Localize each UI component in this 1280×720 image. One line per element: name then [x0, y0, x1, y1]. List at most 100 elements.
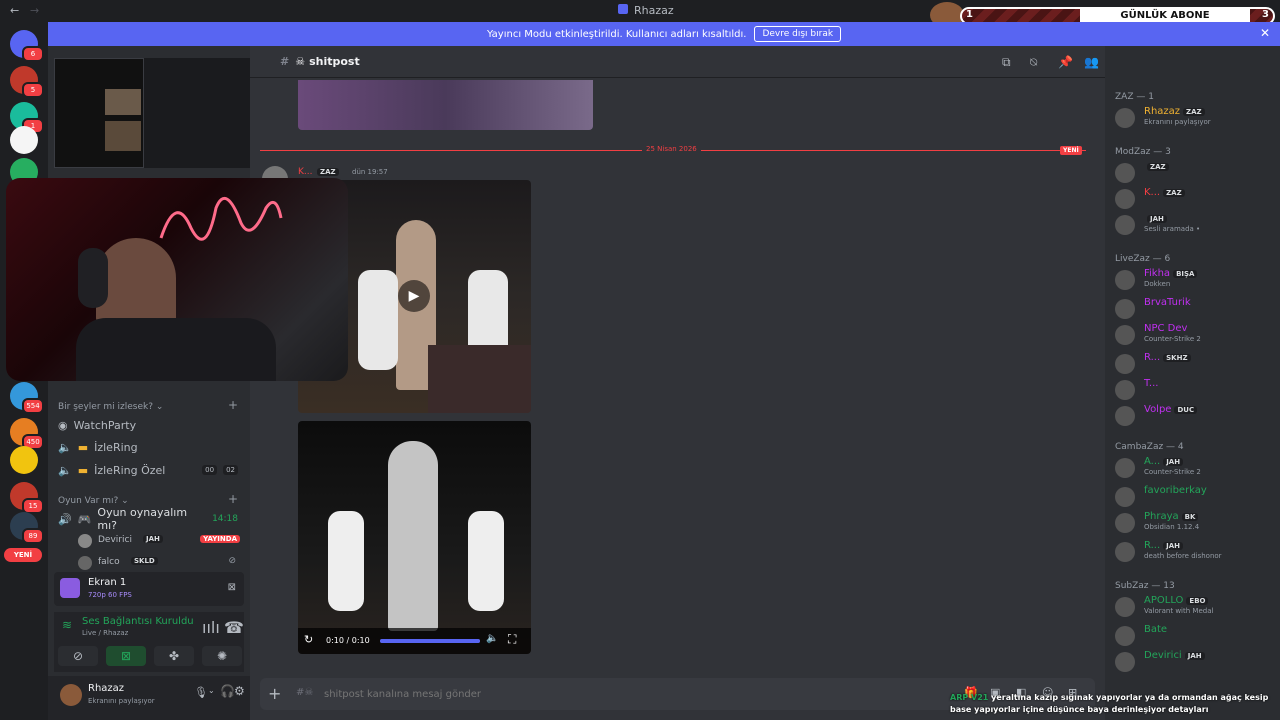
headphones-icon[interactable]: 🎧: [220, 684, 235, 698]
member-tag: BIŞA: [1173, 270, 1198, 278]
signal-icon: ≋: [62, 618, 73, 632]
channel-izlering[interactable]: 🔈 ▬ İzleRing: [58, 437, 238, 457]
member-tag: ZAZ: [1183, 108, 1205, 116]
member-item[interactable]: Bate: [1115, 624, 1275, 648]
server-icon[interactable]: 5: [10, 66, 44, 98]
member-name: Rhazaz ZAZ: [1144, 106, 1205, 117]
member-item[interactable]: Fikha BIŞA Dokken: [1115, 268, 1275, 292]
member-item[interactable]: R... SKHZ: [1115, 352, 1275, 376]
subs-count-right: 3: [1262, 9, 1269, 20]
gear-icon[interactable]: ⚙: [234, 684, 245, 698]
channel-sidebar: Bir şeyler mi izlesek? ⌄ + ◉ WatchParty …: [48, 46, 250, 720]
subs-label: GÜNLÜK ABONE: [1120, 10, 1210, 21]
back-arrow-icon[interactable]: ←: [10, 4, 19, 17]
member-name: Bate: [1144, 624, 1168, 635]
video-time: 0:10 / 0:10: [326, 636, 370, 645]
member-name: Fikha BIŞA: [1144, 268, 1198, 279]
volume-icon[interactable]: 🔈: [486, 633, 498, 644]
play-icon[interactable]: ▶: [398, 280, 430, 312]
disable-streamer-mode-button[interactable]: Devre dışı bırak: [754, 26, 842, 42]
close-icon[interactable]: ✕: [1260, 26, 1270, 40]
video-player[interactable]: ↻ 0:10 / 0:10 🔈 ⛶: [298, 421, 531, 654]
forward-arrow-icon[interactable]: →: [30, 4, 39, 17]
screen-share-icon[interactable]: ⊠: [106, 646, 146, 666]
avatar[interactable]: [60, 684, 82, 706]
server-icon[interactable]: [10, 446, 38, 474]
member-status: Counter-Strike 2: [1144, 335, 1201, 343]
attachment-image[interactable]: [298, 80, 593, 130]
unread-badge: 89: [22, 528, 44, 544]
live-badge: YAYINDA: [200, 535, 240, 543]
message-timestamp: dün 19:57: [352, 168, 388, 176]
add-channel-icon[interactable]: +: [228, 398, 238, 412]
avatar: [1115, 108, 1135, 128]
member-name: BrvaTurik: [1144, 297, 1191, 308]
threads-icon[interactable]: ⧉: [1002, 55, 1011, 70]
chat-area: # ☠ shitpost ⧉ ⍉ 📌 👥 25 Nisan 2026 YENİ …: [250, 46, 1105, 720]
category-game[interactable]: Oyun Var mı? ⌄: [58, 496, 129, 506]
member-name: R... SKHZ: [1144, 352, 1191, 363]
member-item[interactable]: A... JAH Counter-Strike 2: [1115, 456, 1275, 480]
member-item[interactable]: Devirici JAH: [1115, 650, 1275, 674]
member-item[interactable]: T...: [1115, 378, 1275, 402]
username: Rhazaz: [88, 683, 125, 694]
camera-off-icon[interactable]: ⊘: [58, 646, 98, 666]
member-tag: EBO: [1186, 597, 1209, 605]
channel-emoji: ▬: [77, 463, 89, 477]
member-item[interactable]: Volpe DUC: [1115, 404, 1275, 428]
avatar: [1115, 299, 1135, 319]
member-group-header: LiveZaz — 6: [1115, 254, 1171, 264]
home-icon[interactable]: 6: [10, 30, 44, 62]
notification-bell-icon[interactable]: ⍉: [1030, 55, 1037, 70]
voice-channel[interactable]: 🔊 🎮 Oyun oynayalım mı? 14:18: [58, 506, 238, 532]
member-item[interactable]: BrvaTurik: [1115, 297, 1275, 321]
member-status: Counter-Strike 2: [1144, 468, 1201, 476]
server-icon[interactable]: 15: [10, 482, 44, 514]
member-item[interactable]: JAH Sesli aramada •: [1115, 213, 1275, 237]
member-item[interactable]: Rhazaz ZAZ Ekranını paylaşıyor: [1115, 106, 1275, 130]
server-icon[interactable]: [10, 126, 38, 154]
member-name: ZAZ: [1144, 161, 1169, 172]
voice-user[interactable]: falco SKLD ⊘: [78, 554, 244, 572]
member-item[interactable]: APOLLO EBO Valorant with Medal: [1115, 595, 1275, 619]
message-author[interactable]: K...: [298, 167, 312, 177]
speaker-icon: 🔈: [58, 463, 72, 477]
member-status: Dokken: [1144, 280, 1171, 288]
channel-izlering-ozel[interactable]: 🔈 ▬ İzleRing Özel 00 02: [58, 460, 238, 480]
message-input[interactable]: [324, 684, 924, 704]
server-icon[interactable]: 554: [10, 382, 44, 414]
member-item[interactable]: NPC Dev Counter-Strike 2: [1115, 323, 1275, 347]
member-list-icon[interactable]: 👥: [1084, 55, 1099, 69]
chevron-down-icon[interactable]: ⌄: [208, 686, 215, 695]
disconnect-icon[interactable]: ☎: [224, 618, 244, 637]
activities-icon[interactable]: ✤: [154, 646, 194, 666]
member-item[interactable]: Phraya BK Obsidian 1.12.4: [1115, 511, 1275, 535]
channel-emoji: ▬: [77, 440, 89, 454]
soundboard-icon[interactable]: ✺: [202, 646, 242, 666]
server-icon[interactable]: 89: [10, 512, 44, 544]
avatar: [78, 534, 92, 548]
stop-stream-icon[interactable]: ⊠: [228, 582, 236, 593]
replay-icon[interactable]: ↻: [304, 633, 313, 646]
member-tag: JAH: [1184, 652, 1205, 660]
pin-icon[interactable]: 📌: [1058, 55, 1073, 69]
member-item[interactable]: R... JAH death before dishonor: [1115, 540, 1275, 564]
voice-user[interactable]: Devirici JAH YAYINDA: [78, 532, 244, 550]
member-item[interactable]: favoriberkay: [1115, 485, 1275, 509]
member-name: favoriberkay: [1144, 485, 1207, 496]
add-channel-icon[interactable]: +: [228, 492, 238, 506]
microphone-icon[interactable]: 🎙: [194, 686, 208, 699]
noise-suppression-icon[interactable]: ıılı: [202, 618, 220, 637]
add-attachment-icon[interactable]: +: [268, 684, 281, 703]
channel-watchparty[interactable]: ◉ WatchParty: [58, 415, 238, 435]
member-item[interactable]: K... ZAZ: [1115, 187, 1275, 211]
category-watch[interactable]: Bir şeyler mi izlesek? ⌄: [58, 402, 163, 412]
video-progress-fill: [380, 639, 480, 643]
member-item[interactable]: ZAZ: [1115, 161, 1275, 185]
fullscreen-icon[interactable]: ⛶: [508, 632, 516, 647]
video-progress-track[interactable]: [380, 639, 480, 643]
avatar: [1115, 270, 1135, 290]
server-icon[interactable]: 450: [10, 418, 44, 450]
voice-status[interactable]: Ses Bağlantısı Kuruldu: [82, 616, 194, 627]
unread-badge: 554: [22, 398, 44, 414]
